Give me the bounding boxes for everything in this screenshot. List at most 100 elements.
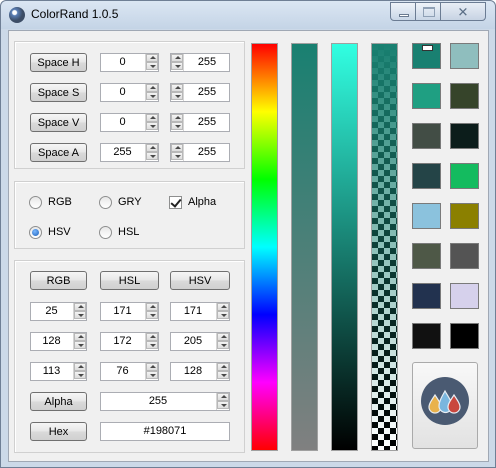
color-swatch[interactable] <box>412 123 441 149</box>
hsv-h-spinner[interactable]: 171 <box>170 302 230 321</box>
rgb-header-button[interactable]: RGB <box>30 271 87 290</box>
color-swatch[interactable] <box>450 123 479 149</box>
space-h-max-spinner[interactable]: 255 <box>170 53 230 72</box>
spin-down-icon[interactable] <box>74 371 86 379</box>
hsv-s-spinner[interactable]: 205 <box>170 332 230 351</box>
color-swatch[interactable] <box>450 323 479 349</box>
alpha-button[interactable]: Alpha <box>30 392 87 411</box>
hsv-header-button[interactable]: HSV <box>170 271 230 290</box>
alpha-bar-fill <box>372 44 397 450</box>
color-swatch[interactable] <box>450 203 479 229</box>
alpha-bar[interactable] <box>371 43 398 451</box>
spin-up-icon[interactable] <box>74 333 86 341</box>
alpha-spinner[interactable]: 255 <box>100 392 230 411</box>
space-group: Space H 0 255 Space S 0 255 Space V 0 25… <box>14 41 245 169</box>
rgb-g-spinner[interactable]: 128 <box>30 332 87 351</box>
space-s-button[interactable]: Space S <box>30 83 87 102</box>
title-bar[interactable]: ColorRand 1.0.5 ✕ <box>1 1 495 29</box>
hsl-radio[interactable] <box>99 226 112 239</box>
space-h-button[interactable]: Space H <box>30 53 87 72</box>
spin-down-icon[interactable] <box>146 152 158 160</box>
color-swatch[interactable] <box>412 83 441 109</box>
color-swatch[interactable] <box>412 243 441 269</box>
saturation-bar[interactable] <box>291 43 318 451</box>
spin-up-icon[interactable] <box>217 333 229 341</box>
spin-up-icon[interactable] <box>217 363 229 371</box>
hex-field[interactable]: #198071 <box>100 422 230 441</box>
spin-down-icon[interactable] <box>217 311 229 319</box>
color-swatch[interactable] <box>412 323 441 349</box>
gry-radio-label: GRY <box>118 196 142 208</box>
gry-radio[interactable] <box>99 196 112 209</box>
color-swatch[interactable] <box>412 283 441 309</box>
app-icon[interactable] <box>9 7 25 23</box>
spin-down-icon[interactable] <box>74 341 86 349</box>
hsl-s-spinner[interactable]: 172 <box>100 332 159 351</box>
color-swatch[interactable] <box>450 83 479 109</box>
space-a-min-spinner[interactable]: 255 <box>100 143 159 162</box>
space-a-max-spinner[interactable]: 255 <box>170 143 230 162</box>
color-swatch[interactable] <box>450 43 479 69</box>
spin-up-icon[interactable] <box>171 144 183 152</box>
color-swatch[interactable] <box>450 243 479 269</box>
hex-button[interactable]: Hex <box>30 422 87 441</box>
color-swatch[interactable] <box>412 43 441 69</box>
spin-down-icon[interactable] <box>74 311 86 319</box>
color-swatch[interactable] <box>412 203 441 229</box>
spin-up-icon[interactable] <box>171 54 183 62</box>
spin-up-icon[interactable] <box>146 114 158 122</box>
spin-down-icon[interactable] <box>217 341 229 349</box>
space-h-min-spinner[interactable]: 0 <box>100 53 159 72</box>
space-v-min-spinner[interactable]: 0 <box>100 113 159 132</box>
space-h-min-value: 0 <box>119 56 126 68</box>
spin-up-icon[interactable] <box>74 363 86 371</box>
alpha-checkbox[interactable] <box>169 196 182 209</box>
hsv-radio[interactable] <box>29 226 42 239</box>
maximize-button[interactable] <box>415 2 441 21</box>
spin-up-icon[interactable] <box>146 144 158 152</box>
space-s-min-spinner[interactable]: 0 <box>100 83 159 102</box>
spin-down-icon[interactable] <box>171 122 183 130</box>
spin-down-icon[interactable] <box>171 92 183 100</box>
spin-down-icon[interactable] <box>146 122 158 130</box>
spin-down-icon[interactable] <box>217 401 229 409</box>
spin-down-icon[interactable] <box>146 62 158 70</box>
spin-up-icon[interactable] <box>217 393 229 401</box>
spin-up-icon[interactable] <box>171 114 183 122</box>
spin-up-icon[interactable] <box>74 303 86 311</box>
spin-up-icon[interactable] <box>146 84 158 92</box>
space-v-button[interactable]: Space V <box>30 113 87 132</box>
minimize-button[interactable] <box>390 2 416 21</box>
spin-up-icon[interactable] <box>146 333 158 341</box>
value-bar[interactable] <box>331 43 358 451</box>
spin-down-icon[interactable] <box>217 371 229 379</box>
rgb-r-spinner[interactable]: 25 <box>30 302 87 321</box>
hsv-v-spinner[interactable]: 128 <box>170 362 230 381</box>
spin-down-icon[interactable] <box>171 62 183 70</box>
spin-up-icon[interactable] <box>146 54 158 62</box>
spin-down-icon[interactable] <box>146 371 158 379</box>
spin-up-icon[interactable] <box>171 84 183 92</box>
spin-down-icon[interactable] <box>171 152 183 160</box>
color-swatch[interactable] <box>450 283 479 309</box>
hsl-l-spinner[interactable]: 76 <box>100 362 159 381</box>
spin-up-icon[interactable] <box>146 303 158 311</box>
spin-down-icon[interactable] <box>146 341 158 349</box>
rgb-radio[interactable] <box>29 196 42 209</box>
close-button[interactable]: ✕ <box>440 2 486 21</box>
space-a-button[interactable]: Space A <box>30 143 87 162</box>
space-s-max-spinner[interactable]: 255 <box>170 83 230 102</box>
color-swatch[interactable] <box>450 163 479 189</box>
paint-drop-icon <box>447 393 461 414</box>
color-swatch[interactable] <box>412 163 441 189</box>
spin-down-icon[interactable] <box>146 311 158 319</box>
hsl-header-button[interactable]: HSL <box>100 271 159 290</box>
spin-up-icon[interactable] <box>146 363 158 371</box>
spin-up-icon[interactable] <box>217 303 229 311</box>
rgb-b-spinner[interactable]: 113 <box>30 362 87 381</box>
spin-down-icon[interactable] <box>146 92 158 100</box>
space-v-max-spinner[interactable]: 255 <box>170 113 230 132</box>
randomize-button[interactable] <box>412 362 478 449</box>
hue-bar[interactable] <box>251 43 278 451</box>
hsl-h-spinner[interactable]: 171 <box>100 302 159 321</box>
